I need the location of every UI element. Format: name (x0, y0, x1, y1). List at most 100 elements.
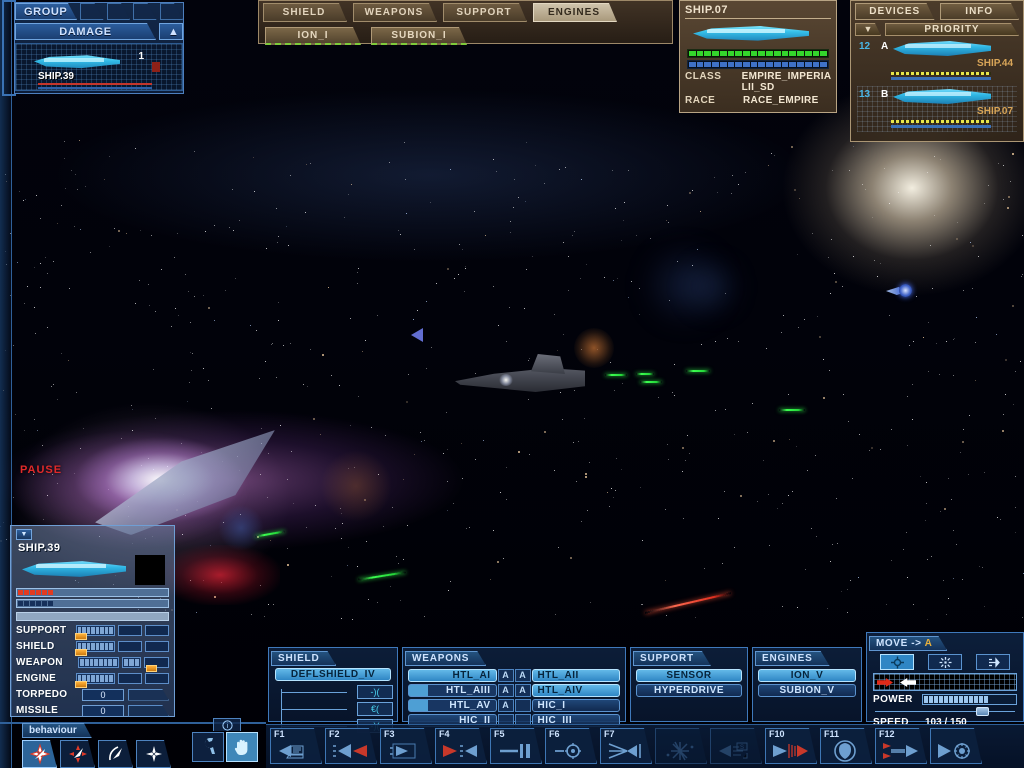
weapon-slot-left[interactable]: HTL_AV (408, 699, 497, 712)
laser-bolt (636, 373, 654, 375)
hand-icon[interactable] (226, 732, 258, 762)
group-radar-display[interactable]: 1 SHIP.39 (15, 43, 183, 91)
behaviour-aggressive-icon[interactable] (22, 740, 57, 768)
weapon-slot-left[interactable]: HTL_AI (408, 669, 497, 682)
device-list-item[interactable]: 13 B SHIP.07 (857, 86, 1017, 132)
group-ship-silhouette (34, 55, 120, 69)
behaviour-neutral-icon[interactable] (136, 740, 171, 768)
enemy-capital-ship[interactable] (455, 348, 585, 398)
system-tab-support[interactable]: SUPPORT (443, 3, 527, 22)
device-index: 12 (859, 41, 871, 52)
fkey-f4[interactable]: F4 (435, 728, 487, 764)
status-system-meter[interactable] (74, 673, 115, 688)
friendly-marker-icon[interactable] (411, 328, 423, 342)
fkey-burst-icon[interactable] (655, 728, 707, 764)
status-system-handle[interactable] (74, 633, 87, 640)
status-system-box[interactable] (144, 673, 169, 684)
scan-icon: S (711, 740, 759, 761)
tab-info[interactable]: INFO (940, 3, 1020, 20)
shield-node-2[interactable]: €( (357, 702, 393, 716)
ship-info-class-key: CLASS (685, 71, 722, 82)
weapon-ammo-right[interactable]: A (514, 669, 531, 682)
weapons-grid: HTL_AIAAHTL_AIIHTL_AIIIAAHTL_AIVHTL_AVA.… (403, 666, 625, 727)
power-bar[interactable] (922, 694, 1017, 705)
weapon-ammo-right[interactable]: A (514, 684, 531, 697)
status-ordnance-ext[interactable] (128, 689, 169, 701)
status-system-meter[interactable] (78, 657, 119, 668)
behaviour-defensive-icon[interactable] (60, 740, 95, 768)
behaviour-evasive-icon[interactable] (98, 740, 133, 768)
status-system-handle[interactable] (146, 665, 158, 672)
weapon-slot-right[interactable]: HTL_AIV (531, 684, 620, 697)
power-slider[interactable] (875, 707, 1015, 716)
status-system-meter[interactable] (74, 641, 115, 656)
chevron-down-icon[interactable]: ▼ (855, 23, 881, 36)
fkey-f3[interactable]: F3 (380, 728, 432, 764)
weapon-slot-left[interactable]: HTL_AIII (408, 684, 497, 697)
priority-button[interactable]: PRIORITY (885, 23, 1019, 36)
weapon-slot-right[interactable]: HTL_AII (531, 669, 620, 682)
weapon-ammo-left[interactable]: A (497, 684, 514, 697)
fkey-f7[interactable]: F7 (600, 728, 652, 764)
info-icon[interactable]: i (213, 718, 241, 731)
damage-button[interactable]: DAMAGE (15, 23, 156, 40)
behaviour-panel: behaviour (22, 720, 177, 766)
status-system-box[interactable] (117, 673, 142, 684)
status-system-box[interactable] (117, 625, 142, 636)
move-target-icon[interactable] (880, 654, 914, 670)
fkey-f1[interactable]: F1 (270, 728, 322, 764)
system-tab-engines[interactable]: ENGINES (533, 3, 617, 22)
status-collapse-icon[interactable]: ▼ (16, 529, 32, 540)
system-subitem-subion_i[interactable]: SUBION_I (371, 27, 467, 45)
status-system-meter[interactable] (74, 625, 115, 640)
fkey-f11[interactable]: F11 (820, 728, 872, 764)
function-key-bar: F1 F2 F3 F4 F5 F6 F7 S F10 F11 F12 (266, 724, 1024, 768)
status-system-box[interactable] (144, 641, 169, 652)
status-system-box[interactable] (144, 625, 169, 636)
fkey-f6[interactable]: F6 (545, 728, 597, 764)
status-system-box[interactable] (144, 657, 169, 672)
system-subitem-ion_i[interactable]: ION_I (265, 27, 361, 45)
shield-node-1[interactable]: -)( (357, 685, 393, 699)
support-item[interactable]: HYPERDRIVE (636, 684, 742, 697)
device-list-item[interactable]: 12 A SHIP.44 (857, 38, 1017, 84)
scroll-up-button[interactable]: ▲ (159, 23, 183, 40)
nebula-glow-2 (686, 264, 738, 310)
system-tab-shield[interactable]: SHIELD (263, 3, 347, 22)
status-system-small-meter[interactable] (121, 657, 142, 668)
weapon-slot-right[interactable]: HIC_I (531, 699, 620, 712)
system-tab-weapons[interactable]: WEAPONS (353, 3, 437, 22)
power-slider-knob[interactable] (975, 707, 989, 716)
engines-panel-title: ENGINES (755, 651, 830, 666)
fkey-hyperjump-icon[interactable] (930, 728, 982, 764)
formation-icon[interactable] (976, 654, 1010, 670)
fkey-scan-icon[interactable]: S (710, 728, 762, 764)
small-craft[interactable] (886, 282, 912, 302)
move-label: MOVE -> (876, 638, 922, 649)
fkey-f10[interactable]: F10 (765, 728, 817, 764)
status-ordnance-ext[interactable] (128, 705, 169, 717)
shield-main-item[interactable]: DEFLSHIELD_IV (275, 668, 391, 681)
group-slot-1[interactable] (80, 3, 104, 20)
support-item[interactable]: SENSOR (636, 669, 742, 682)
tab-devices[interactable]: DEVICES (855, 3, 935, 20)
status-ordnance-label: TORPEDO (16, 689, 68, 700)
group-slot-4[interactable] (160, 3, 184, 20)
weapon-ammo-right[interactable]: . (514, 699, 531, 712)
status-system-handle[interactable] (74, 649, 87, 656)
engine-item[interactable]: ION_V (758, 669, 856, 682)
group-slot-2[interactable] (107, 3, 131, 20)
throttle-slider[interactable] (873, 673, 1017, 691)
weapon-ammo-left[interactable]: A (497, 669, 514, 682)
status-system-handle[interactable] (74, 681, 87, 688)
wrench-icon[interactable] (192, 732, 224, 762)
group-slot-3[interactable] (133, 3, 157, 20)
fkey-f2[interactable]: F2 (325, 728, 377, 764)
engine-item[interactable]: SUBION_V (758, 684, 856, 697)
stop-icon[interactable] (928, 654, 962, 670)
devices-tab-row: DEVICES INFO (851, 1, 1023, 20)
fkey-f5[interactable]: F5 (490, 728, 542, 764)
weapon-ammo-left[interactable]: A (497, 699, 514, 712)
status-system-box[interactable] (117, 641, 142, 652)
fkey-f12[interactable]: F12 (875, 728, 927, 764)
